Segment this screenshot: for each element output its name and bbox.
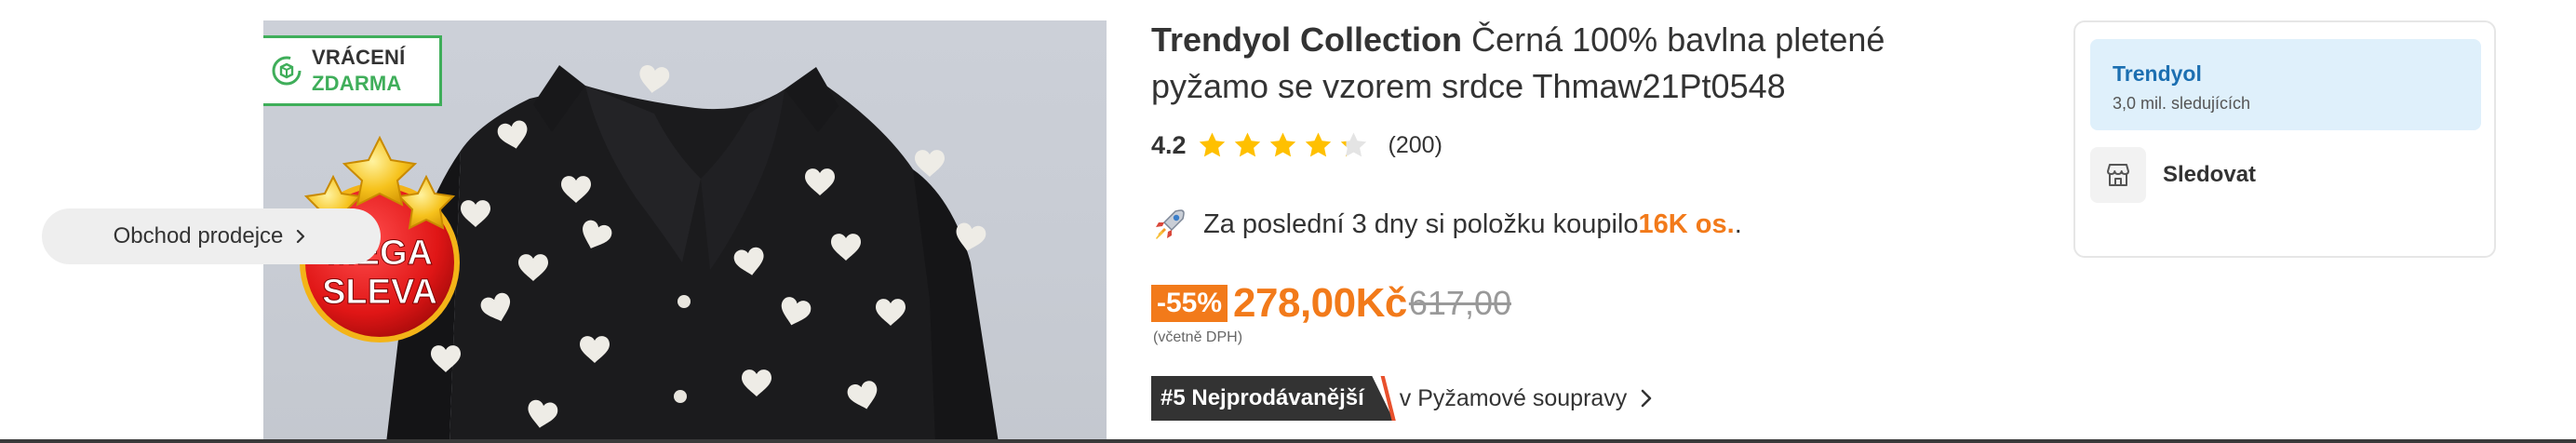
store-icon-box <box>2090 147 2146 203</box>
rating-summary[interactable]: 4.2 (200) <box>1151 127 1442 164</box>
seller-name[interactable]: Trendyol <box>2113 61 2459 87</box>
price-block: -55% 278,00Kč 617,00 <box>1151 277 1511 329</box>
rating-count[interactable]: (200) <box>1389 132 1442 159</box>
seller-info[interactable]: Trendyol 3,0 mil. sledujících <box>2090 39 2481 130</box>
free-return-line2: ZDARMA <box>312 72 402 95</box>
star-icon <box>1269 132 1295 156</box>
currency: Kč <box>1355 280 1408 326</box>
seller-followers: 3,0 mil. sledujících <box>2113 94 2251 113</box>
bottom-divider <box>0 439 2576 443</box>
original-price: 617,00 <box>1408 284 1511 322</box>
star-icon <box>1305 132 1331 156</box>
bestseller-category: v Pyžamové soupravy <box>1399 384 1628 411</box>
seller-store-label: Obchod prodejce <box>113 223 284 248</box>
mega-sale-line2: SLEVA <box>322 273 437 312</box>
product-image[interactable]: VRÁCENÍ ZDARMA MEGA SLEVA <box>263 20 1107 443</box>
current-price-value: 278,00 <box>1233 280 1356 326</box>
chevron-right-icon <box>297 229 305 244</box>
social-proof-banner: Za poslední 3 dny si položku koupilo 16K… <box>1151 203 1742 246</box>
vat-note: (včetně DPH) <box>1153 329 1243 345</box>
social-proof-suffix: . <box>1734 208 1742 239</box>
star-icon <box>1234 132 1260 156</box>
product-title: Trendyol Collection Černá 100% bavlna pl… <box>1151 17 1970 110</box>
free-return-line1: VRÁCENÍ <box>312 46 406 69</box>
social-proof-count: 16K os. <box>1638 208 1735 239</box>
seller-store-button[interactable]: Obchod prodejce <box>42 208 381 264</box>
bestseller-link[interactable]: #5 Nejprodávanější v Pyžamové soupravy <box>1151 376 1657 421</box>
bestseller-rank-badge: #5 Nejprodávanější <box>1151 376 1394 421</box>
return-package-icon <box>272 56 302 86</box>
chevron-right-icon <box>1642 389 1652 408</box>
store-icon <box>2107 164 2129 186</box>
follow-label: Sledovat <box>2163 162 2257 187</box>
free-return-badge: VRÁCENÍ ZDARMA <box>263 35 442 106</box>
star-icon <box>1199 132 1225 156</box>
seller-card: Trendyol 3,0 mil. sledujících Sledovat <box>2073 20 2496 258</box>
social-proof-text: Za poslední 3 dny si položku koupilo <box>1203 208 1639 239</box>
product-brand-link[interactable]: Trendyol Collection <box>1151 20 1462 59</box>
rocket-icon <box>1156 209 1185 239</box>
rating-value: 4.2 <box>1151 130 1187 159</box>
star-icon <box>1340 132 1366 156</box>
current-price: 278,00Kč <box>1233 280 1407 327</box>
discount-badge: -55% <box>1151 285 1228 322</box>
follow-button[interactable]: Sledovat <box>2090 145 2256 205</box>
rating-stars <box>1198 131 1368 160</box>
